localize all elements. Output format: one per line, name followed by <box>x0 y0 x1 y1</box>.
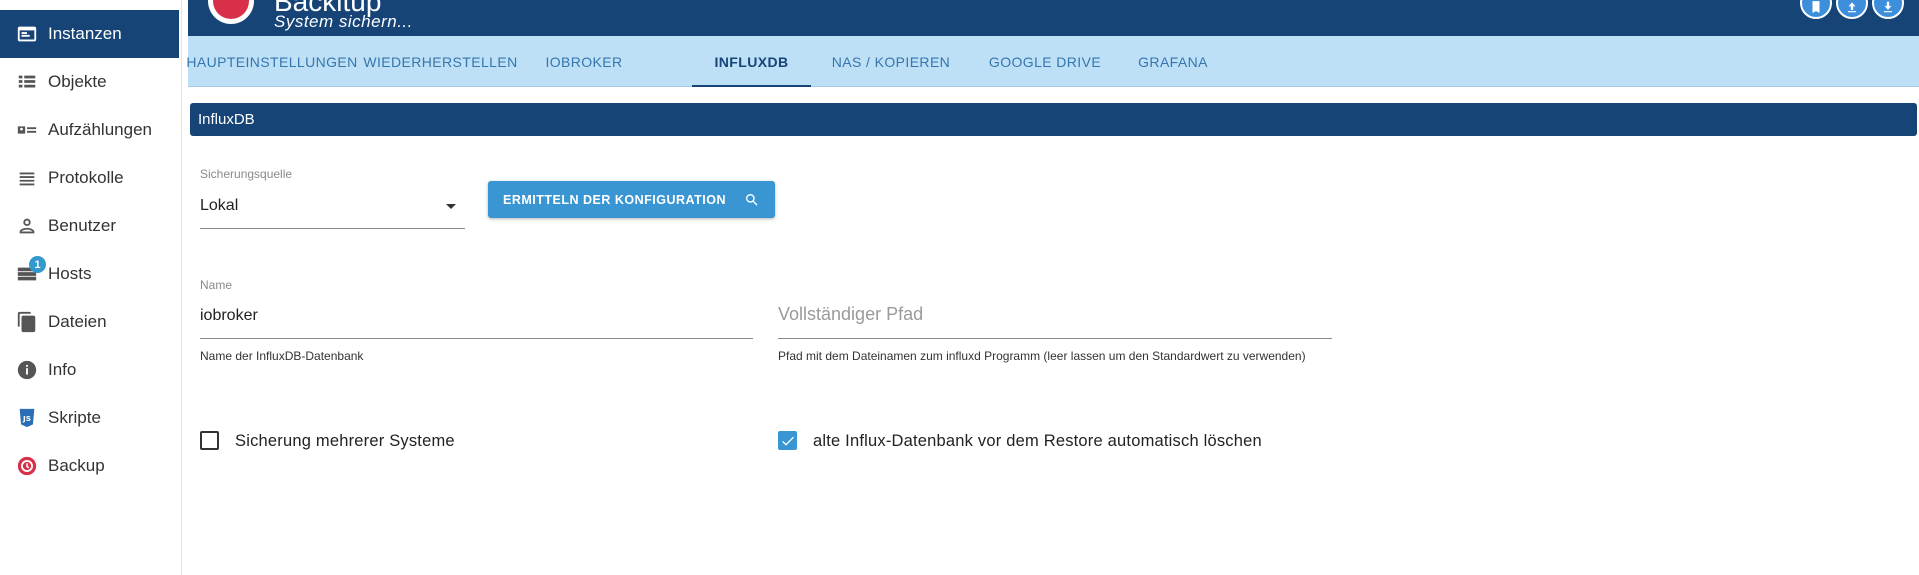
sidebar-item-aufzaehlungen[interactable]: Aufzählungen <box>0 106 179 154</box>
name-input[interactable]: iobroker <box>200 300 753 338</box>
sidebar-item-label: Instanzen <box>48 24 122 43</box>
source-select[interactable]: Lokal <box>200 190 465 228</box>
objects-icon <box>15 70 39 94</box>
path-input[interactable]: Vollständiger Pfad <box>778 300 1332 338</box>
sidebar-item-label: Dateien <box>48 312 107 331</box>
tab-wiederherstellen[interactable]: WIEDERHERSTELLEN <box>356 36 525 87</box>
upload-button[interactable] <box>1836 0 1868 19</box>
sidebar-item-objekte[interactable]: Objekte <box>0 58 179 106</box>
name-label: Name <box>200 278 233 292</box>
sidebar-item-label: Objekte <box>48 72 107 91</box>
svg-text:JS: JS <box>22 414 31 423</box>
tab-influxdb[interactable]: INFLUXDB <box>692 36 811 87</box>
sidebar-item-label: Hosts <box>48 264 92 283</box>
sidebar-item-dateien[interactable]: Dateien <box>0 298 179 346</box>
upload-icon <box>1847 2 1857 13</box>
app-subtitle: System sichern... <box>274 12 413 31</box>
tab-label: INFLUXDB <box>714 53 789 70</box>
tab-bar: HAUPTEINSTELLUNGEN WIEDERHERSTELLEN IOBR… <box>186 36 1919 87</box>
tab-grafana[interactable]: GRAFANA <box>1119 36 1227 87</box>
multi-system-label[interactable]: Sicherung mehrerer Systeme <box>235 432 455 451</box>
tab-label: WIEDERHERSTELLEN <box>363 53 518 70</box>
logs-icon <box>15 166 39 190</box>
name-underline <box>200 338 753 339</box>
source-select-value: Lokal <box>200 197 239 214</box>
user-icon <box>15 214 39 238</box>
dropdown-arrow-icon <box>446 204 456 209</box>
delete-old-db-checkbox[interactable] <box>778 431 797 450</box>
tab-label: GOOGLE DRIVE <box>988 53 1102 70</box>
download-button[interactable] <box>1872 0 1904 19</box>
files-icon <box>15 310 39 334</box>
path-helper-text: Pfad mit dem Dateinamen zum influxd Prog… <box>778 349 1306 363</box>
sidebar-item-label: Protokolle <box>48 168 124 187</box>
sidebar-item-backup[interactable]: Backup <box>0 442 179 490</box>
sidebar-item-label: Skripte <box>48 408 101 427</box>
sidebar-item-label: Aufzählungen <box>48 120 152 139</box>
tab-nas-kopieren[interactable]: NAS / KOPIEREN <box>811 36 971 87</box>
sidebar-item-hosts[interactable]: 1 Hosts <box>0 250 179 298</box>
js-icon: JS <box>15 406 39 430</box>
sidebar-item-label: Backup <box>48 456 105 475</box>
tab-google-drive[interactable]: GOOGLE DRIVE <box>971 36 1119 87</box>
name-input-value: iobroker <box>200 307 258 324</box>
source-label: Sicherungsquelle <box>200 167 293 181</box>
section-title: InfluxDB <box>198 111 255 128</box>
tab-haupteinstellungen[interactable]: HAUPTEINSTELLUNGEN <box>186 36 358 87</box>
sidebar-item-label: Info <box>48 360 77 379</box>
sidebar-item-benutzer[interactable]: Benutzer <box>0 202 179 250</box>
help-button[interactable] <box>1800 0 1832 19</box>
enums-icon <box>15 118 39 142</box>
detect-configuration-button[interactable]: ERMITTELN DER KONFIGURATION <box>488 181 775 218</box>
sidebar: Instanzen Objekte Aufzählungen Protokoll… <box>0 0 182 575</box>
sidebar-item-skripte[interactable]: JS Skripte <box>0 394 179 442</box>
app-header: Backitup System sichern... <box>188 0 1919 36</box>
info-icon <box>15 358 39 382</box>
sidebar-item-protokolle[interactable]: Protokolle <box>0 154 179 202</box>
multi-system-checkbox[interactable] <box>200 431 219 450</box>
tab-label: IOBROKER <box>545 53 623 70</box>
sidebar-item-instanzen[interactable]: Instanzen <box>0 10 179 58</box>
detect-configuration-label: ERMITTELN DER KONFIGURATION <box>503 192 726 207</box>
tab-label: GRAFANA <box>1138 53 1208 70</box>
tab-label: HAUPTEINSTELLUNGEN <box>186 53 358 70</box>
name-helper-text: Name der InfluxDB-Datenbank <box>200 349 364 363</box>
sidebar-item-label: Benutzer <box>48 216 117 235</box>
download-icon <box>1883 1 1893 13</box>
check-icon <box>781 436 794 446</box>
path-underline <box>778 338 1332 339</box>
hosts-icon: 1 <box>15 256 46 286</box>
backup-icon <box>15 454 39 478</box>
source-underline <box>200 228 465 229</box>
path-input-placeholder: Vollständiger Pfad <box>778 304 924 324</box>
tab-iobroker[interactable]: IOBROKER <box>525 36 643 87</box>
sidebar-item-info[interactable]: Info <box>0 346 179 394</box>
delete-old-db-label[interactable]: alte Influx-Datenbank vor dem Restore au… <box>813 432 1262 451</box>
active-tab-indicator <box>692 85 811 87</box>
backitup-logo <box>208 0 254 24</box>
book-icon <box>1812 1 1820 13</box>
instances-icon <box>15 22 39 46</box>
hosts-badge: 1 <box>29 256 46 273</box>
search-icon <box>746 193 758 206</box>
section-header: InfluxDB <box>190 103 1917 136</box>
tab-label: NAS / KOPIEREN <box>831 53 951 70</box>
